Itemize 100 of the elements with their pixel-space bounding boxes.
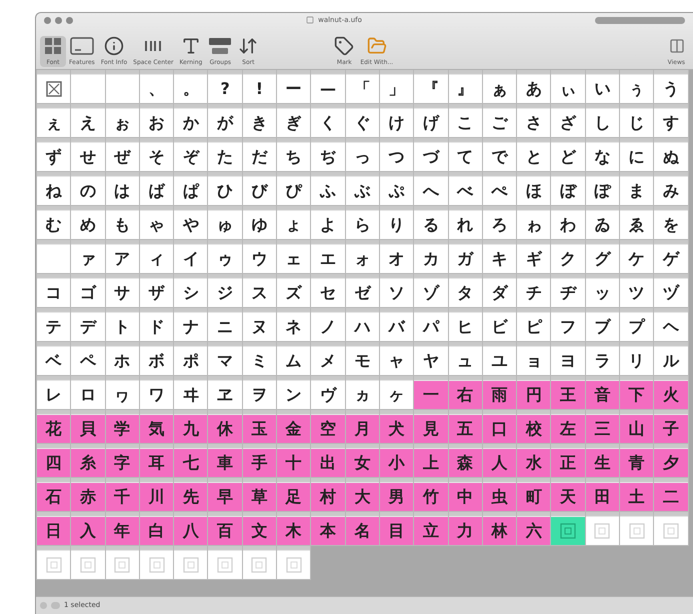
glyph-cell[interactable]: え [71, 104, 106, 138]
glyph-cell[interactable]: ゥ [208, 240, 243, 274]
glyph-cell[interactable]: 右 [448, 376, 483, 410]
glyph-cell[interactable]: ャ [380, 342, 414, 376]
glyph-cell[interactable]: ぷ [380, 172, 414, 206]
glyph-cell[interactable]: キ [482, 240, 518, 274]
glyph-cell[interactable]: つ [380, 138, 414, 172]
glyph-cell[interactable]: ロ [71, 376, 106, 410]
glyph-cell[interactable]: 糸 [71, 444, 106, 478]
glyph-cell[interactable]: ェ [277, 240, 312, 274]
glyph-cell[interactable]: じ [620, 104, 654, 138]
glyph-cell[interactable]: ゐ [586, 206, 620, 240]
glyph-cell[interactable]: ご [482, 104, 518, 138]
glyph-cell[interactable]: ゎ [517, 206, 552, 240]
glyph-cell[interactable]: ホ [106, 342, 140, 376]
glyph-cell[interactable]: ぬ [654, 138, 689, 172]
glyph-cell[interactable]: 天 [551, 478, 586, 512]
glyph-cell[interactable]: イ [174, 240, 208, 274]
glyph-cell[interactable]: 校 [517, 410, 552, 444]
glyph-cell[interactable]: あ [517, 70, 552, 104]
glyph-cell[interactable]: う [654, 70, 689, 104]
glyph-cell[interactable]: む [37, 206, 72, 240]
glyph-cell[interactable]: ネ [277, 308, 312, 342]
glyph-cell[interactable]: ら [346, 206, 380, 240]
glyph-cell[interactable]: で [482, 138, 518, 172]
glyph-cell[interactable]: 上 [414, 444, 449, 478]
glyph-cell[interactable]: 千 [106, 478, 140, 512]
glyph-cell[interactable]: ヰ [174, 376, 208, 410]
glyph-cell[interactable]: ダ [482, 274, 518, 308]
glyph-cell[interactable]: も [106, 206, 140, 240]
glyph-cell[interactable]: ゑ [620, 206, 654, 240]
glyph-cell[interactable]: ザ [140, 274, 174, 308]
glyph-cell[interactable]: ぽ [586, 172, 620, 206]
glyph-cell[interactable]: ギ [517, 240, 552, 274]
glyph-cell[interactable]: セ [311, 274, 346, 308]
glyph-cell[interactable]: ゲ [654, 240, 689, 274]
glyph-cell[interactable]: シ [174, 274, 208, 308]
glyph-cell[interactable]: へ [414, 172, 449, 206]
glyph-cell[interactable]: 火 [654, 376, 689, 410]
glyph-cell[interactable]: ボ [140, 342, 174, 376]
glyph-cell[interactable]: ね [37, 172, 72, 206]
glyph-cell[interactable]: 音 [586, 376, 620, 410]
glyph-cell[interactable]: ぼ [551, 172, 586, 206]
glyph-cell[interactable]: ぎ [277, 104, 312, 138]
glyph-cell[interactable]: の [71, 172, 106, 206]
glyph-cell[interactable]: ぱ [174, 172, 208, 206]
glyph-cell[interactable]: ぉ [106, 104, 140, 138]
glyph-cell[interactable]: 白 [140, 512, 174, 546]
glyph-cell[interactable]: 』 [448, 70, 483, 104]
glyph-cell[interactable]: ゾ [414, 274, 449, 308]
glyph-cell[interactable]: 『 [414, 70, 449, 104]
glyph-cell[interactable]: 花 [37, 410, 72, 444]
glyph-cell[interactable] [106, 546, 140, 580]
glyph-cell[interactable]: 人 [482, 444, 518, 478]
glyph-cell[interactable]: を [654, 206, 689, 240]
glyph-cell[interactable]: ぃ [551, 70, 586, 104]
glyph-cell[interactable]: 女 [346, 444, 380, 478]
glyph-cell[interactable]: 足 [277, 478, 312, 512]
glyph-cell[interactable]: ル [654, 342, 689, 376]
glyph-cell[interactable]: ぅ [620, 70, 654, 104]
glyph-cell[interactable]: 赤 [71, 478, 106, 512]
glyph-cell[interactable]: ヤ [414, 342, 449, 376]
glyph-cell[interactable]: ろ [482, 206, 518, 240]
glyph-cell[interactable]: 十 [277, 444, 312, 478]
glyph-cell[interactable]: 「 [346, 70, 380, 104]
glyph-cell[interactable]: バ [380, 308, 414, 342]
glyph-cell[interactable]: さ [517, 104, 552, 138]
glyph-cell[interactable] [37, 546, 72, 580]
glyph-cell[interactable]: 本 [311, 512, 346, 546]
glyph-cell[interactable]: や [174, 206, 208, 240]
glyph-cell[interactable]: き [242, 104, 278, 138]
zoom-button[interactable] [66, 16, 73, 24]
glyph-cell[interactable]: ナ [174, 308, 208, 342]
glyph-cell[interactable]: 金 [277, 410, 312, 444]
glyph-cell[interactable]: 早 [208, 478, 243, 512]
glyph-cell[interactable] [37, 240, 72, 274]
glyph-cell[interactable]: 下 [620, 376, 654, 410]
glyph-cell[interactable]: 耳 [140, 444, 174, 478]
glyph-cell[interactable]: 一 [414, 376, 449, 410]
glyph-cell[interactable]: ト [106, 308, 140, 342]
glyph-cell[interactable]: ケ [620, 240, 654, 274]
glyph-cell[interactable]: 玉 [242, 410, 278, 444]
glyph-cell[interactable]: べ [448, 172, 483, 206]
glyph-cell[interactable]: 気 [140, 410, 174, 444]
glyph-cell[interactable]: 学 [106, 410, 140, 444]
glyph-cell[interactable]: た [208, 138, 243, 172]
glyph-cell[interactable] [208, 546, 243, 580]
glyph-cell[interactable]: 大 [346, 478, 380, 512]
glyph-cell[interactable]: は [106, 172, 140, 206]
glyph-cell[interactable]: ラ [586, 342, 620, 376]
glyph-cell[interactable]: ス [242, 274, 278, 308]
glyph-cell[interactable]: い [586, 70, 620, 104]
glyph-cell[interactable]: ツ [620, 274, 654, 308]
glyph-cell[interactable]: ば [140, 172, 174, 206]
glyph-cell[interactable]: 二 [654, 478, 689, 512]
glyph-cell[interactable]: ぇ [37, 104, 72, 138]
glyph-cell[interactable]: リ [620, 342, 654, 376]
glyph-cell[interactable]: 力 [448, 512, 483, 546]
glyph-cell[interactable]: 中 [448, 478, 483, 512]
glyph-cell[interactable] [242, 546, 278, 580]
